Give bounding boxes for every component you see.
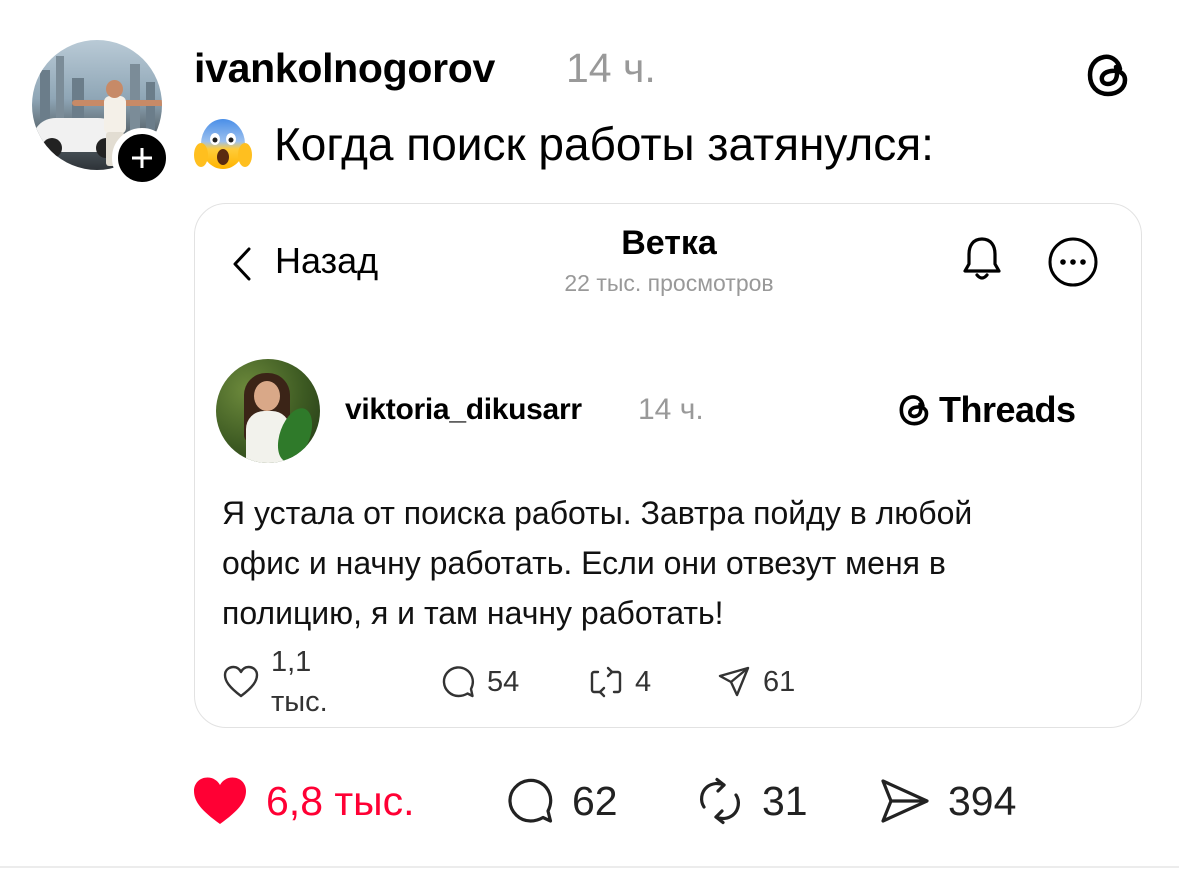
embedded-thread-card[interactable]: Назад Ветка 22 тыс. просмотров viktoria_… [194, 203, 1142, 728]
share-count: 394 [948, 778, 1017, 824]
threads-logo-icon [899, 395, 929, 426]
repost-button[interactable]: 31 [696, 773, 808, 829]
threads-post: ivankolnogorov 14 ч. Когда поиск работы … [0, 0, 1179, 872]
embedded-like-count: 1,1 тыс. [271, 646, 328, 718]
like-count: 6,8 тыс. [266, 778, 415, 824]
heart-filled-icon [194, 777, 246, 824]
comment-count: 62 [572, 778, 618, 824]
scream-emoji-icon [194, 115, 252, 173]
send-icon [881, 779, 929, 823]
divider [0, 866, 1179, 868]
post-text-line: офис и начну работать. Если они отвезут … [222, 545, 946, 581]
threads-logo-icon[interactable] [1084, 50, 1134, 100]
post-text-line: полицию, я и там начну работать! [222, 595, 724, 631]
threads-brand: Threads [897, 390, 1076, 430]
caption-text: Когда поиск работы затянулся: [274, 118, 934, 170]
embedded-comment-button[interactable]: 54 [441, 662, 519, 702]
threads-brand-label: Threads [939, 389, 1076, 430]
plus-icon [132, 148, 152, 168]
comment-icon [442, 666, 475, 698]
repost-count: 31 [762, 778, 808, 824]
embedded-post-text: Я устала от поиска работы. Завтра пойду … [222, 488, 1102, 638]
embedded-username[interactable]: viktoria_dikusarr [345, 391, 582, 429]
like-button[interactable]: 6,8 тыс. [192, 773, 415, 829]
embedded-time: 14 ч. [638, 393, 704, 426]
embedded-comment-count: 54 [487, 666, 520, 698]
embedded-share-count: 61 [763, 666, 796, 698]
embedded-repost-button[interactable]: 4 [589, 662, 651, 702]
bell-icon[interactable] [961, 234, 1003, 284]
follow-button[interactable] [112, 128, 172, 188]
repost-icon [590, 666, 622, 698]
embedded-avatar[interactable] [216, 359, 320, 463]
embedded-like-button[interactable]: 1,1 тыс. [223, 646, 328, 718]
repost-icon [700, 777, 740, 825]
post-text-line: Я устала от поиска работы. Завтра пойду … [222, 495, 973, 531]
post-caption: Когда поиск работы затянулся: [194, 112, 934, 176]
comment-button[interactable]: 62 [506, 773, 618, 829]
author-username[interactable]: ivankolnogorov [194, 40, 495, 96]
send-icon [718, 666, 750, 697]
comment-icon [508, 778, 553, 823]
heart-icon [223, 665, 259, 698]
embedded-repost-count: 4 [635, 666, 652, 698]
more-icon[interactable] [1047, 236, 1099, 288]
embedded-share-button[interactable]: 61 [717, 662, 795, 702]
share-button[interactable]: 394 [880, 773, 1016, 829]
post-time: 14 ч. [566, 45, 656, 91]
